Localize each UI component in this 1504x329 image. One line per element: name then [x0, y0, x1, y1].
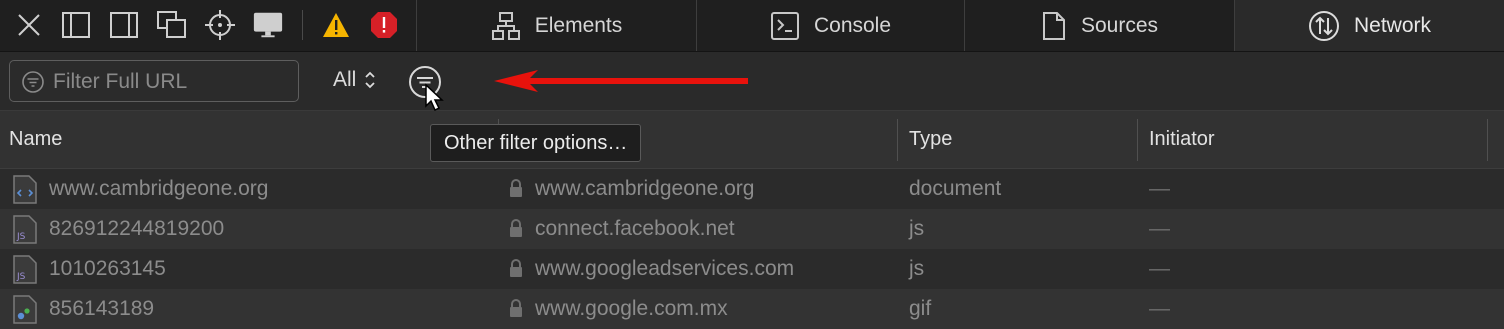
column-divider[interactable] — [897, 119, 898, 161]
dock-left-icon[interactable] — [60, 9, 92, 41]
lock-icon — [510, 299, 522, 317]
request-domain: www.googleadservices.com — [535, 257, 795, 280]
lock-icon — [510, 219, 522, 237]
error-icon[interactable] — [368, 9, 400, 41]
table-row[interactable]: www.cambridgeone.org www.cambridgeone.or… — [0, 169, 1504, 209]
warning-icon[interactable] — [320, 9, 352, 41]
request-type: document — [909, 177, 1002, 200]
column-divider[interactable] — [1487, 119, 1488, 161]
request-name: 1010263145 — [49, 257, 166, 280]
tooltip-text: Other filter options… — [444, 131, 628, 154]
tab-label: Console — [813, 13, 892, 37]
request-domain: www.cambridgeone.org — [535, 177, 755, 200]
request-type: js — [909, 257, 925, 280]
column-header-initiator[interactable]: Initiator — [1140, 111, 1486, 168]
request-type: gif — [909, 297, 932, 320]
svg-text:JS: JS — [16, 232, 26, 242]
request-domain: connect.facebook.net — [535, 217, 735, 240]
request-initiator: — — [1149, 217, 1170, 240]
request-initiator: — — [1149, 177, 1170, 200]
column-divider[interactable] — [1137, 119, 1138, 161]
tab-console[interactable]: Console — [696, 0, 964, 51]
html-file-icon — [13, 175, 37, 204]
device-preview-icon[interactable] — [252, 9, 284, 41]
mouse-pointer-icon — [425, 83, 444, 112]
filter-placeholder: Filter Full URL — [53, 70, 188, 93]
undock-icon[interactable] — [156, 9, 188, 41]
js-file-icon: JS — [13, 215, 37, 244]
network-filter-bar: Filter Full URL All — [0, 52, 1504, 112]
request-initiator: — — [1149, 257, 1170, 280]
elements-icon — [491, 11, 520, 40]
request-name: www.cambridgeone.org — [49, 177, 269, 200]
image-file-icon — [13, 295, 37, 324]
devtools-tab-bar: Elements Console Sources Network — [0, 0, 1504, 52]
chevron-updown-icon — [365, 71, 375, 89]
annotation-arrow — [494, 70, 748, 92]
lock-icon — [510, 259, 522, 277]
table-header: Name Type Initiator — [0, 111, 1504, 169]
request-type: js — [909, 217, 925, 240]
lock-icon — [510, 179, 522, 197]
svg-text:JS: JS — [16, 272, 26, 282]
network-icon — [1308, 10, 1339, 41]
toolbar-separator — [302, 10, 303, 40]
close-icon[interactable] — [13, 9, 45, 41]
filter-options-tooltip: Other filter options… — [430, 124, 642, 162]
request-name: 856143189 — [49, 297, 155, 320]
request-name: 826912244819200 — [49, 217, 225, 240]
dock-right-icon[interactable] — [108, 9, 140, 41]
filter-url-input[interactable]: Filter Full URL — [9, 60, 299, 102]
request-domain: www.google.com.mx — [535, 297, 728, 320]
js-file-icon: JS — [13, 255, 37, 284]
table-row[interactable]: JS 826912244819200 connect.facebook.net … — [0, 209, 1504, 249]
table-row[interactable]: JS 1010263145 www.googleadservices.com j… — [0, 249, 1504, 289]
filter-icon — [22, 71, 44, 93]
resource-type-select[interactable]: All — [333, 68, 376, 92]
tab-elements[interactable]: Elements — [416, 0, 696, 51]
column-header-type[interactable]: Type — [900, 111, 1137, 168]
element-selection-icon[interactable] — [204, 9, 236, 41]
column-header-name[interactable]: Name — [0, 111, 498, 168]
console-icon — [770, 11, 799, 40]
sources-icon — [1042, 11, 1065, 40]
table-row[interactable]: 856143189 www.google.com.mx gif — — [0, 289, 1504, 329]
tab-sources[interactable]: Sources — [964, 0, 1234, 51]
request-initiator: — — [1149, 297, 1170, 320]
tab-label: Sources — [1080, 13, 1159, 37]
tab-label: Network — [1353, 13, 1432, 37]
tab-label: Elements — [534, 13, 623, 37]
tab-network[interactable]: Network — [1234, 0, 1504, 51]
resource-type-value: All — [333, 68, 357, 91]
